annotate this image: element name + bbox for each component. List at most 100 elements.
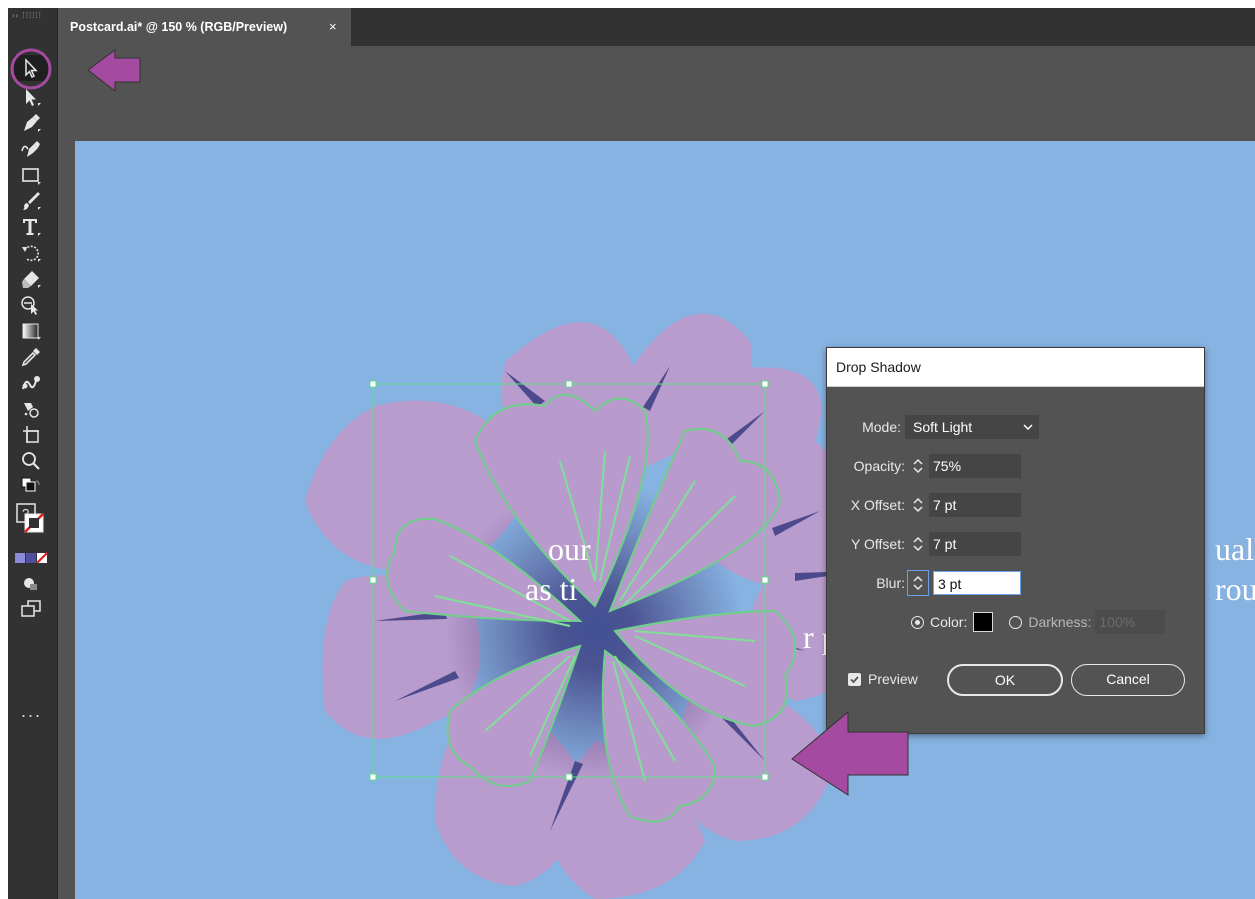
handle-top-left[interactable] bbox=[369, 380, 377, 388]
zoom-icon bbox=[22, 452, 40, 470]
y-offset-label: Y Offset: bbox=[851, 536, 905, 552]
blur-field[interactable]: 3 pt bbox=[933, 571, 1021, 595]
pen-icon bbox=[24, 114, 41, 132]
zoom-tool[interactable] bbox=[14, 448, 48, 474]
handle-bottom-right[interactable] bbox=[761, 773, 769, 781]
darkness-label: Darkness: bbox=[1028, 614, 1092, 630]
handle-middle-left[interactable] bbox=[369, 576, 377, 584]
opacity-stepper[interactable] bbox=[907, 453, 929, 479]
x-offset-stepper[interactable] bbox=[907, 492, 929, 518]
color-radio[interactable] bbox=[911, 615, 924, 629]
ok-button[interactable]: OK bbox=[947, 664, 1063, 696]
artboard-icon bbox=[23, 426, 39, 443]
preview-row: Preview bbox=[848, 666, 918, 692]
opacity-field[interactable]: 75% bbox=[929, 454, 1021, 478]
x-offset-label: X Offset: bbox=[850, 497, 905, 513]
selection-arrow-icon bbox=[25, 58, 38, 79]
fill-stroke-swap[interactable] bbox=[14, 476, 48, 498]
y-offset-row: Y Offset: 7 pt bbox=[827, 531, 1021, 557]
dialog-title[interactable]: Drop Shadow bbox=[827, 348, 1204, 387]
postcard-text-line-2: as ti bbox=[525, 571, 578, 607]
mode-label: Mode: bbox=[862, 419, 901, 435]
close-tab-icon[interactable]: × bbox=[329, 8, 337, 46]
color-darkness-row: Color: Darkness: 100% bbox=[911, 609, 1166, 635]
default-fill-stroke-icon bbox=[21, 477, 40, 492]
blur-row: Blur: 3 pt bbox=[827, 570, 1021, 596]
stepper-arrows-icon bbox=[913, 536, 923, 552]
color-mode-buttons[interactable] bbox=[14, 548, 48, 568]
blur-label: Blur: bbox=[876, 575, 905, 591]
direct-selection-icon bbox=[26, 89, 41, 106]
edit-toolbar-button[interactable]: ··· bbox=[14, 706, 48, 728]
panel-grip[interactable]: ›› ⁞⁞⁞⁞⁞⁞ bbox=[12, 11, 42, 20]
paintbrush-icon bbox=[23, 192, 41, 210]
x-offset-field[interactable]: 7 pt bbox=[929, 493, 1021, 517]
opacity-row: Opacity: 75% bbox=[827, 453, 1021, 479]
type-tool[interactable] bbox=[14, 214, 48, 240]
postcard-text-right-1: uall bbox=[1215, 531, 1255, 567]
type-icon bbox=[23, 219, 41, 236]
y-offset-stepper[interactable] bbox=[907, 531, 929, 557]
fill-stroke-swatches-icon: ? bbox=[16, 503, 44, 533]
blur-stepper[interactable] bbox=[907, 570, 929, 596]
eraser-tool[interactable] bbox=[14, 266, 48, 292]
color-label: Color: bbox=[930, 614, 968, 630]
tools-panel: ›› ⁞⁞⁞⁞⁞⁞ ··· bbox=[8, 8, 58, 899]
paintbrush-tool[interactable] bbox=[14, 188, 48, 214]
artboard-tool[interactable] bbox=[14, 422, 48, 448]
draw-mode-tool[interactable] bbox=[14, 570, 48, 596]
color-gradient-none-icon bbox=[15, 552, 48, 564]
checkmark-icon bbox=[850, 675, 859, 683]
shape-builder-tool[interactable] bbox=[14, 292, 48, 318]
document-tab[interactable]: Postcard.ai* @ 150 % (RGB/Preview) × bbox=[58, 8, 351, 46]
eyedropper-icon bbox=[21, 348, 40, 367]
mode-value: Soft Light bbox=[913, 419, 973, 435]
stepper-arrows-icon bbox=[913, 497, 923, 513]
rectangle-tool[interactable] bbox=[14, 162, 48, 188]
pen-tool[interactable] bbox=[14, 110, 48, 136]
y-offset-field[interactable]: 7 pt bbox=[929, 532, 1021, 556]
opacity-label: Opacity: bbox=[853, 458, 905, 474]
blend-tool[interactable] bbox=[14, 370, 48, 396]
direct-selection-tool[interactable] bbox=[14, 84, 48, 110]
symbol-sprayer-icon bbox=[24, 403, 39, 418]
blend-icon bbox=[22, 376, 40, 390]
gradient-icon bbox=[22, 323, 41, 340]
fill-stroke-widget[interactable]: ? bbox=[14, 502, 48, 542]
mode-select[interactable]: Soft Light bbox=[905, 415, 1039, 439]
gradient-tool[interactable] bbox=[14, 318, 48, 344]
x-offset-row: X Offset: 7 pt bbox=[827, 492, 1021, 518]
screen-mode-tool[interactable] bbox=[14, 596, 48, 622]
shape-builder-icon bbox=[21, 296, 38, 315]
postcard-text-line-1: our bbox=[548, 531, 591, 567]
handle-top-right[interactable] bbox=[761, 380, 769, 388]
postcard-text-right-2: rou bbox=[1215, 571, 1255, 607]
draw-mode-icon bbox=[24, 578, 37, 590]
shadow-color-swatch[interactable] bbox=[973, 612, 994, 632]
rectangle-icon bbox=[22, 168, 41, 185]
document-tab-title: Postcard.ai* @ 150 % (RGB/Preview) bbox=[70, 20, 288, 34]
handle-top-center[interactable] bbox=[565, 380, 573, 388]
handle-bottom-left[interactable] bbox=[369, 773, 377, 781]
symbol-sprayer-tool[interactable] bbox=[14, 396, 48, 422]
mode-row: Mode: Soft Light bbox=[827, 414, 1039, 440]
preview-checkbox[interactable] bbox=[848, 672, 861, 686]
darkness-field[interactable]: 100% bbox=[1095, 610, 1166, 634]
document-tab-strip: Postcard.ai* @ 150 % (RGB/Preview) × bbox=[8, 8, 1255, 46]
eyedropper-tool[interactable] bbox=[14, 344, 48, 370]
stepper-arrows-icon bbox=[913, 575, 923, 591]
curvature-pen-icon bbox=[21, 141, 40, 157]
rotate-icon bbox=[22, 245, 41, 262]
darkness-radio[interactable] bbox=[1009, 615, 1023, 629]
eraser-icon bbox=[22, 271, 41, 288]
handle-bottom-center[interactable] bbox=[565, 773, 573, 781]
rotate-tool[interactable] bbox=[14, 240, 48, 266]
stepper-arrows-icon bbox=[913, 458, 923, 474]
selection-tool[interactable] bbox=[14, 55, 48, 81]
screen-mode-icon bbox=[21, 600, 41, 617]
curvature-tool[interactable] bbox=[14, 136, 48, 162]
handle-middle-right[interactable] bbox=[761, 576, 769, 584]
cancel-button[interactable]: Cancel bbox=[1071, 664, 1185, 696]
chevron-down-icon bbox=[1023, 424, 1033, 431]
preview-label: Preview bbox=[868, 671, 918, 687]
